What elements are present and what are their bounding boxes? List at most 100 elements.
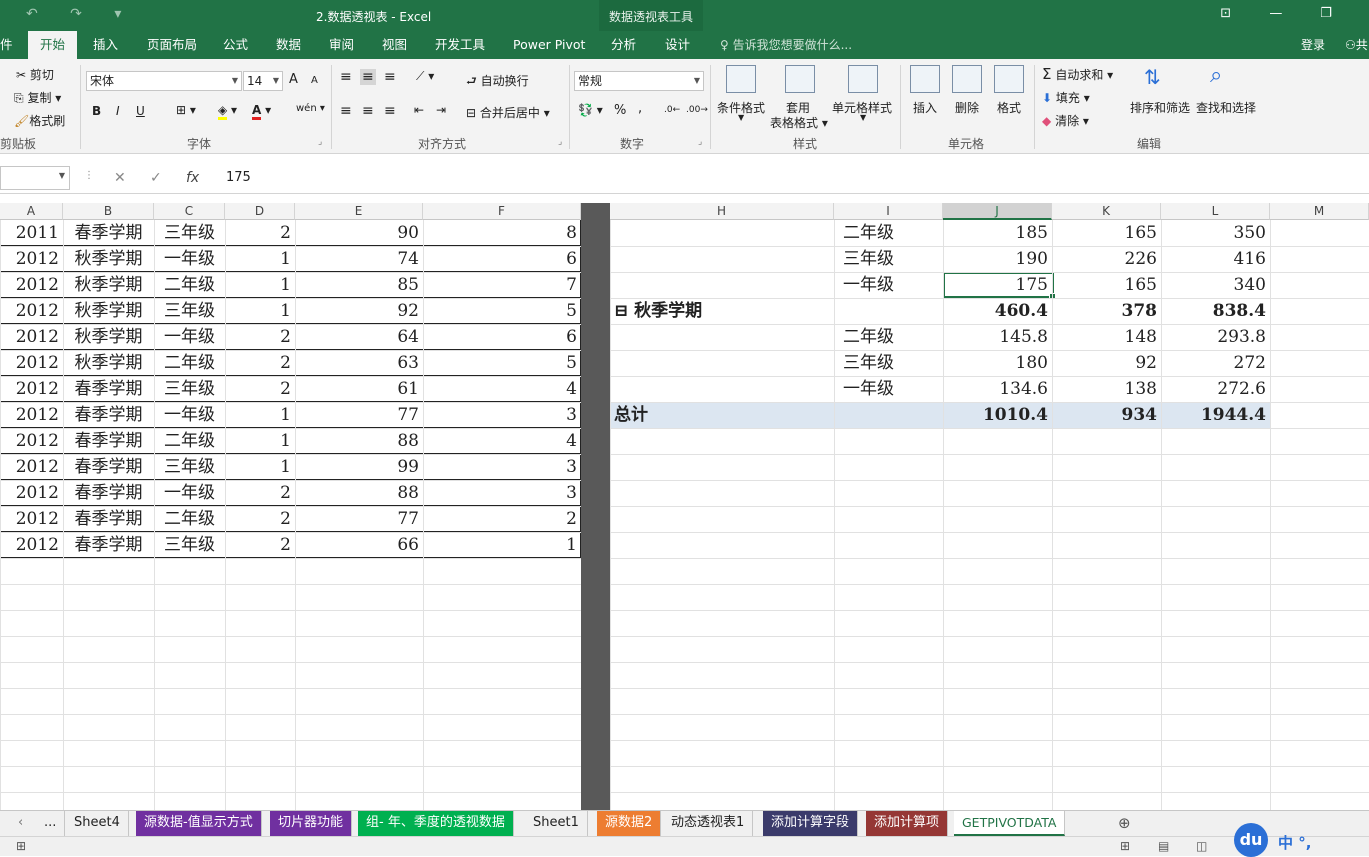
pivot-value-k[interactable]: 226 [1052, 246, 1161, 272]
count-cell[interactable]: 5 [423, 350, 581, 376]
copy-button[interactable]: ⎘ 复制 ▾ [14, 89, 61, 106]
sheet-tab[interactable]: 添加计算字段 [763, 811, 859, 836]
format-as-table-button-line2[interactable]: 表格格式 ▾ [770, 114, 828, 131]
sheet-tab[interactable]: 添加计算项 [866, 811, 949, 836]
ribbon-display-icon[interactable]: ⊡ [1203, 6, 1249, 21]
column-header-k[interactable]: K [1052, 203, 1161, 220]
sheet-tab[interactable]: ... [36, 811, 66, 836]
pivot-value-k[interactable]: 148 [1052, 324, 1161, 350]
pivot-value-j[interactable]: 134.6 [943, 376, 1052, 402]
name-box[interactable]: ▼ [0, 166, 70, 190]
formula-input[interactable]: 175 [226, 170, 251, 185]
pivot-value-j[interactable]: 145.8 [943, 324, 1052, 350]
score-cell[interactable]: 66 [295, 532, 423, 558]
score-cell[interactable]: 99 [295, 454, 423, 480]
score-cell[interactable]: 92 [295, 298, 423, 324]
grade-cell[interactable]: 一年级 [154, 246, 225, 272]
insert-function-button[interactable]: fx [186, 170, 199, 186]
normal-view-icon[interactable]: ⊞ [1120, 839, 1130, 853]
tab-design[interactable]: 设计 [665, 31, 690, 59]
pivot-row-label[interactable]: ⊟ 秋季学期 [614, 298, 834, 324]
class-cell[interactable]: 1 [225, 428, 295, 454]
term-cell[interactable]: 春季学期 [63, 506, 154, 532]
pivot-value-k[interactable]: 378 [1052, 298, 1161, 324]
count-cell[interactable]: 2 [423, 506, 581, 532]
merge-center-button[interactable]: ⊟ 合并后居中 ▾ [466, 104, 550, 121]
sheet-tab[interactable]: 动态透视表1 [663, 811, 754, 836]
minimize-button[interactable]: — [1253, 6, 1299, 21]
add-sheet-button[interactable]: ⊕ [1110, 811, 1139, 836]
orientation-button[interactable]: ⟋ ▾ [416, 69, 434, 84]
column-header-l[interactable]: L [1161, 203, 1270, 220]
column-header-j[interactable]: J [943, 203, 1052, 220]
sheet-tab[interactable]: 源数据-值显示方式 [136, 811, 262, 836]
year-cell[interactable]: 2012 [0, 428, 63, 454]
pivot-value-j[interactable]: 185 [943, 220, 1052, 246]
alignment-dialog-launcher-icon[interactable]: ⌟ [558, 137, 562, 147]
format-painter-button[interactable]: 🖌格式刷 [14, 112, 65, 129]
count-cell[interactable]: 1 [423, 532, 581, 558]
pivot-value-j[interactable]: 175 [943, 272, 1052, 298]
quick-access-toolbar[interactable]: ↶ ↷ ▾ [26, 6, 135, 22]
font-size-select[interactable]: 14 ▼ [243, 71, 283, 91]
cut-button[interactable]: ✂ 剪切 [16, 66, 54, 83]
grade-cell[interactable]: 二年级 [154, 272, 225, 298]
year-cell[interactable]: 2012 [0, 298, 63, 324]
score-cell[interactable]: 77 [295, 402, 423, 428]
wrap-text-button[interactable]: ⮐ 自动换行 [466, 72, 529, 93]
sheet-tab[interactable]: Sheet1 [525, 811, 588, 836]
grade-cell[interactable]: 三年级 [154, 376, 225, 402]
align-bottom-button[interactable]: ≡ [384, 69, 396, 85]
pivot-value-l[interactable]: 838.4 [1161, 298, 1270, 324]
grade-cell[interactable]: 一年级 [154, 480, 225, 506]
year-cell[interactable]: 2012 [0, 376, 63, 402]
pivot-row-label[interactable] [614, 246, 834, 272]
term-cell[interactable]: 秋季学期 [63, 350, 154, 376]
grade-cell[interactable]: 一年级 [154, 324, 225, 350]
pivot-grade-label[interactable] [834, 402, 898, 428]
class-cell[interactable]: 2 [225, 324, 295, 350]
grade-cell[interactable]: 二年级 [154, 350, 225, 376]
decrease-indent-button[interactable]: ⇤ [414, 103, 424, 117]
column-header-d[interactable]: D [225, 203, 295, 220]
font-name-select[interactable]: 宋体 ▼ [86, 71, 242, 91]
term-cell[interactable]: 春季学期 [63, 402, 154, 428]
year-cell[interactable]: 2012 [0, 480, 63, 506]
count-cell[interactable]: 4 [423, 376, 581, 402]
ime-indicator[interactable]: 中 °, [1278, 832, 1311, 853]
cancel-edit-button[interactable]: ✕ [114, 170, 126, 186]
count-cell[interactable]: 6 [423, 246, 581, 272]
tab-review[interactable]: 审阅 [329, 31, 354, 59]
tab-page-layout[interactable]: 页面布局 [147, 31, 197, 59]
align-top-button[interactable]: ≡ [340, 69, 352, 85]
pivot-grade-label[interactable]: 二年级 [834, 324, 898, 350]
column-header-a[interactable]: A [0, 203, 63, 220]
shrink-font-button[interactable]: A [311, 75, 318, 86]
year-cell[interactable]: 2012 [0, 402, 63, 428]
class-cell[interactable]: 1 [225, 298, 295, 324]
underline-button[interactable]: U [136, 104, 145, 118]
term-cell[interactable]: 秋季学期 [63, 272, 154, 298]
class-cell[interactable]: 1 [225, 272, 295, 298]
split-pane-bar[interactable] [581, 203, 610, 810]
tab-analyze[interactable]: 分析 [611, 31, 636, 59]
year-cell[interactable]: 2012 [0, 324, 63, 350]
number-format-select[interactable]: 常规 ▼ [574, 71, 704, 91]
term-cell[interactable]: 春季学期 [63, 376, 154, 402]
page-break-view-icon[interactable]: ◫ [1196, 839, 1207, 853]
format-cells-button[interactable]: 格式 [997, 99, 1021, 116]
fill-color-button[interactable]: ◈ ▾ [218, 103, 237, 120]
class-cell[interactable]: 2 [225, 350, 295, 376]
year-cell[interactable]: 2012 [0, 350, 63, 376]
count-cell[interactable]: 8 [423, 220, 581, 246]
tab-view[interactable]: 视图 [382, 31, 407, 59]
pivot-value-k[interactable]: 92 [1052, 350, 1161, 376]
restore-button[interactable]: ❐ [1303, 6, 1349, 21]
pivot-value-l[interactable]: 293.8 [1161, 324, 1270, 350]
tab-formulas[interactable]: 公式 [223, 31, 248, 59]
pivot-value-k[interactable]: 165 [1052, 220, 1161, 246]
share-button[interactable]: ⚇共 [1345, 31, 1368, 59]
score-cell[interactable]: 88 [295, 428, 423, 454]
term-cell[interactable]: 春季学期 [63, 532, 154, 558]
score-cell[interactable]: 61 [295, 376, 423, 402]
